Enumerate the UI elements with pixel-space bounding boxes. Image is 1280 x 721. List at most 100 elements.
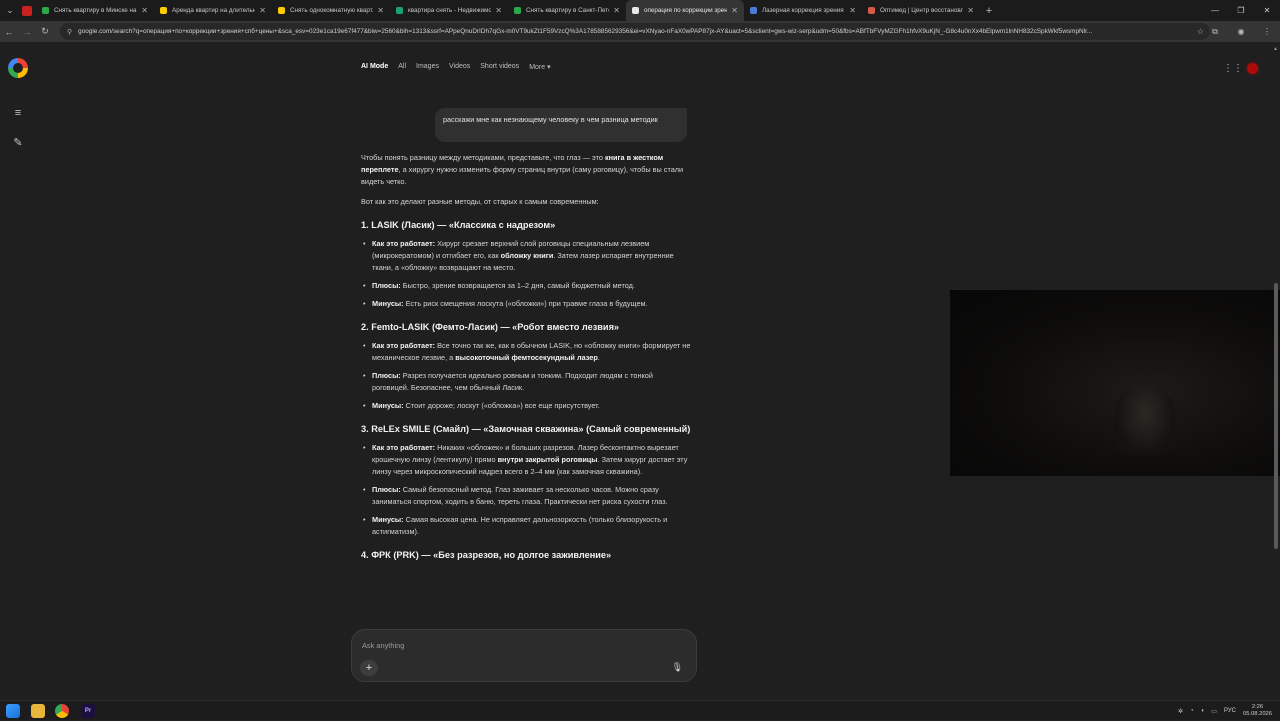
item-text: Быстро, зрение возвращается за 1–2 дня, …	[400, 281, 635, 290]
item-text: Стоит дороже; лоскут («обложка») все еще…	[403, 401, 600, 410]
list-item: Плюсы: Разрез получается идеально ровным…	[363, 370, 691, 394]
premiere-icon[interactable]: Pr	[81, 704, 95, 718]
tray-clock[interactable]: 2:26 05.08.2026	[1243, 704, 1272, 718]
clinic-icon	[750, 7, 757, 14]
intro-text-end: , а хирургу нужно изменить форму страниц…	[361, 165, 684, 186]
browser-toolbar: ← → ↻ ⚲ google.com/search?q=операция+по+…	[0, 21, 1280, 42]
clock-date: 05.08.2026	[1242, 711, 1272, 717]
tab-videos[interactable]: Videos	[449, 63, 470, 71]
item-label: Плюсы:	[372, 371, 401, 380]
close-tab-icon[interactable]: ✕	[259, 6, 266, 15]
tab-all[interactable]: All	[398, 63, 406, 71]
forward-icon[interactable]: →	[18, 27, 36, 37]
section-list: Как это работает: Все точно так же, как …	[361, 340, 691, 412]
item-bold: высокоточный фемтосекундный лазер	[455, 353, 598, 362]
tab-title: квартира снять - Недвижимо...	[408, 7, 492, 14]
site-info-icon[interactable]: ⚲	[67, 28, 72, 36]
chrome-icon[interactable]	[55, 704, 69, 718]
browser-tab[interactable]: квартира снять - Недвижимо... ✕	[390, 0, 508, 21]
browser-tab[interactable]: Снять однокомнатную кварт... ✕	[272, 0, 390, 21]
system-tray: ✲ ◔ ◖ ▭ РУС 2:26 05.08.2026	[1178, 701, 1272, 721]
list-item: Плюсы: Самый безопасный метод. Глаз зажи…	[363, 484, 691, 508]
tray-language[interactable]: РУС	[1224, 708, 1236, 714]
section-heading: 2. Femto-LASIK (Фемто-Ласик) — «Робот вм…	[361, 322, 620, 332]
tray-settings-icon[interactable]: ✲	[1178, 708, 1183, 715]
item-label: Минусы:	[372, 299, 404, 308]
tab-ai-mode[interactable]: AI Mode	[361, 63, 388, 71]
browser-tab[interactable]: Снять квартиру в Минске на д... ✕	[36, 0, 154, 21]
item-bold: внутри закрытой роговицы	[497, 455, 598, 464]
extensions-icon[interactable]: ⧉	[1202, 27, 1228, 37]
tab-search-icon[interactable]: ⌄	[0, 0, 20, 21]
start-icon[interactable]	[6, 704, 20, 718]
new-tab-button[interactable]: +	[980, 5, 998, 17]
ask-placeholder: Ask anything	[362, 641, 405, 650]
tab-title: Лазерная коррекция зрения	[762, 7, 844, 14]
microphone-icon[interactable]: 🎙	[672, 662, 683, 673]
item-text: Самый безопасный метод. Глаз заживает за…	[372, 485, 668, 506]
close-tab-icon[interactable]: ✕	[141, 6, 148, 15]
tab-strip: ⌄ Снять квартиру в Минске на д...✕Аренда…	[0, 0, 1280, 21]
yandex-realty-icon	[160, 7, 167, 14]
tray-battery-icon[interactable]: ▭	[1211, 708, 1217, 715]
google-icon	[632, 7, 639, 14]
ask-input[interactable]: Ask anything + 🎙	[351, 629, 697, 682]
item-label: Как это работает:	[372, 341, 436, 350]
os-taskbar: Pr ✲ ◔ ◖ ▭ РУС 2:26 05.08.2026	[0, 700, 1280, 720]
close-tab-icon[interactable]: ✕	[731, 6, 738, 15]
avatar[interactable]	[1245, 61, 1260, 76]
restore-icon[interactable]: ❐	[1228, 0, 1254, 21]
reload-icon[interactable]: ↻	[36, 26, 54, 37]
scroll-up-arrow-icon[interactable]: ▲	[1273, 46, 1278, 52]
close-tab-icon[interactable]: ✕	[849, 6, 856, 15]
close-tab-icon[interactable]: ✕	[967, 6, 974, 15]
minimize-icon[interactable]: —	[1202, 0, 1228, 21]
item-label: Плюсы:	[372, 281, 401, 290]
tab-images[interactable]: Images	[416, 63, 439, 71]
add-attachment-button[interactable]: +	[360, 660, 378, 676]
menu-icon[interactable]: ⋮	[1254, 27, 1280, 36]
browser-tab[interactable]: Лазерная коррекция зрения ✕	[744, 0, 862, 21]
browser-tab[interactable]: операция по коррекции зрен... ✕	[626, 0, 744, 21]
item-text-end: .	[597, 353, 600, 362]
back-icon[interactable]: ←	[0, 27, 18, 37]
file-explorer-icon[interactable]	[31, 704, 45, 718]
list-item: Минусы: Стоит дороже; лоскут («обложка»)…	[363, 400, 691, 412]
browser-tab[interactable]: Аренда квартир на длительн... ✕	[154, 0, 272, 21]
address-bar[interactable]: ⚲ google.com/search?q=операция+по+коррек…	[60, 23, 1210, 40]
tab-more[interactable]: More ▾	[529, 63, 550, 71]
section-list: Как это работает: Никаких «обложек» и бо…	[361, 442, 691, 538]
tray-wifi-icon[interactable]: ◔	[1190, 708, 1194, 714]
tab-title: Снять квартиру в Санкт-Петер...	[526, 7, 609, 14]
item-label: Плюсы:	[372, 485, 401, 494]
listing-icon	[396, 7, 403, 14]
close-tab-icon[interactable]: ✕	[613, 6, 620, 15]
listing-icon	[514, 7, 521, 14]
yandex-realty-icon	[278, 7, 285, 14]
list-item: Как это работает: Все точно так же, как …	[363, 340, 691, 364]
close-window-icon[interactable]: ✕	[1254, 0, 1280, 21]
google-logo[interactable]	[8, 58, 28, 78]
item-text: Самая высокая цена. Не исправляет дально…	[372, 515, 668, 536]
browser-tab[interactable]: Оптимед | Центр восстановле...✕	[862, 0, 980, 21]
section-list: Как это работает: Хирург срезает верхний…	[361, 238, 691, 310]
youtube-icon[interactable]	[22, 5, 32, 16]
page-scrollbar[interactable]	[1274, 283, 1278, 549]
section-heading: 3. ReLEx SMILE (Смайл) — «Замочная скваж…	[361, 424, 691, 434]
webcam-person	[1115, 385, 1175, 455]
new-chat-icon[interactable]: ✎	[11, 136, 25, 150]
profile-icon[interactable]: ◉	[1228, 27, 1254, 36]
history-list-icon[interactable]: ≡	[11, 106, 25, 120]
close-tab-icon[interactable]: ✕	[377, 6, 384, 15]
section-heading: 4. ФРК (PRK) — «Без разрезов, но долгое …	[361, 550, 612, 560]
ai-answer: Чтобы понять разницу между методиками, п…	[361, 152, 691, 568]
tray-volume-icon[interactable]: ◖	[1201, 708, 1205, 714]
list-item: Минусы: Самая высокая цена. Не исправляе…	[363, 514, 691, 538]
close-tab-icon[interactable]: ✕	[495, 6, 502, 15]
list-item: Как это работает: Никаких «обложек» и бо…	[363, 442, 691, 478]
webcam-overlay	[950, 290, 1280, 476]
browser-tab[interactable]: Снять квартиру в Санкт-Петер... ✕	[508, 0, 626, 21]
tab-title: операция по коррекции зрен...	[644, 7, 728, 14]
left-rail: ≡ ✎	[0, 42, 36, 700]
tab-short-videos[interactable]: Short videos	[480, 63, 519, 71]
